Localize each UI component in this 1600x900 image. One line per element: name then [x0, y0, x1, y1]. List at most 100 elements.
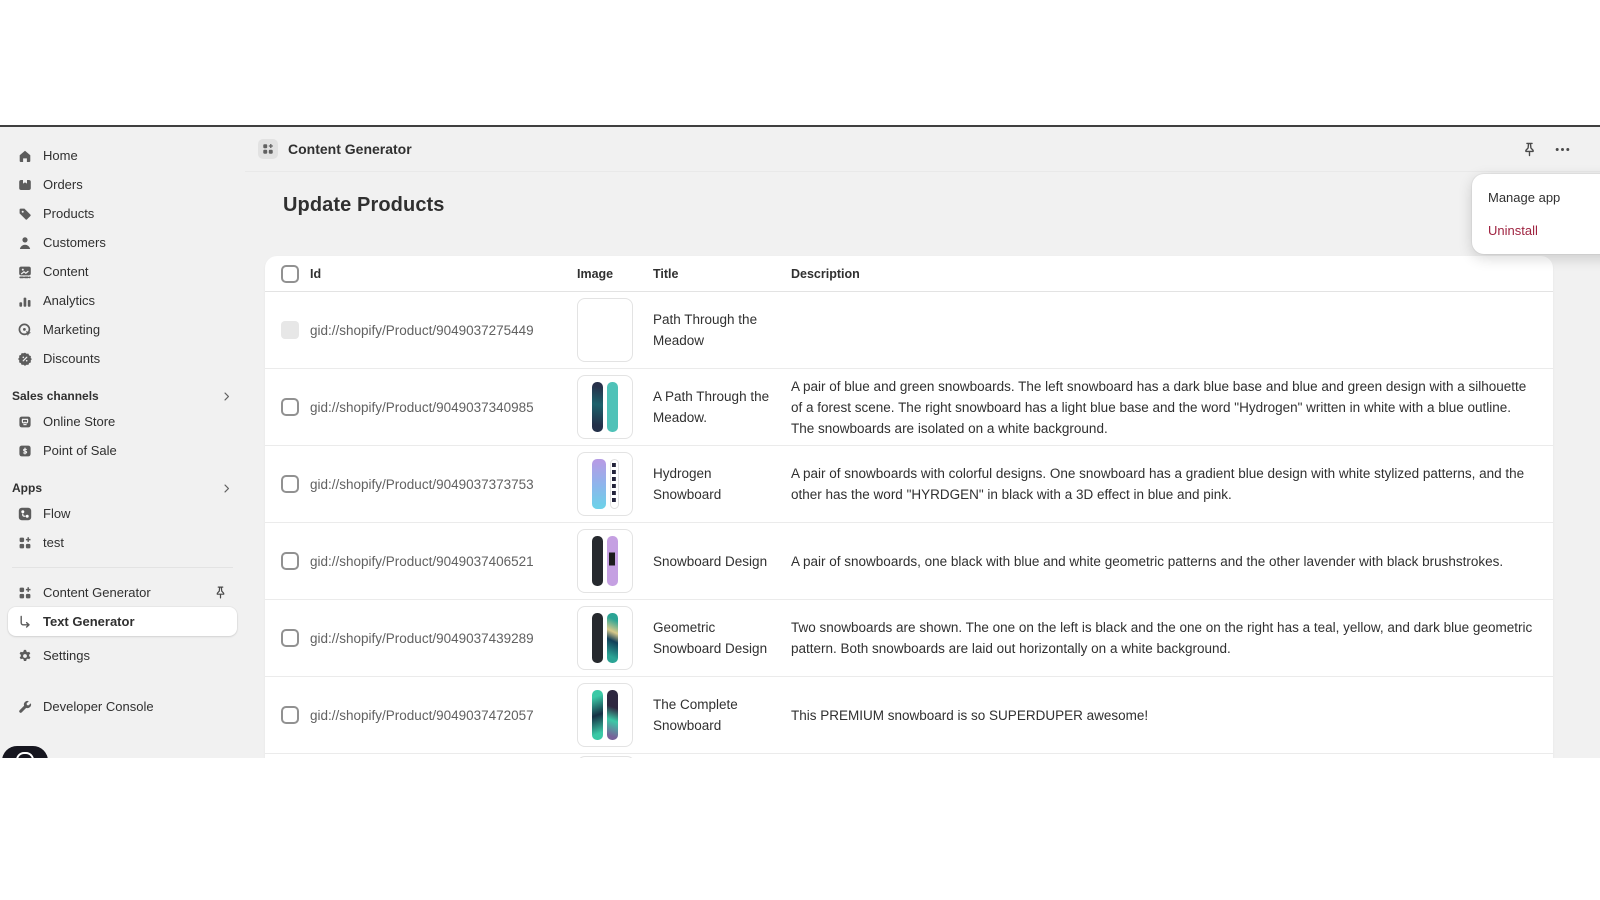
sidebar-item-icon: [17, 293, 33, 309]
sidebar-item-icon: [17, 264, 33, 280]
pin-icon[interactable]: [213, 585, 228, 600]
sidebar-main-nav: Home Orders Products Customers: [0, 141, 245, 373]
sidebar-item-icon: [17, 443, 33, 459]
sidebar-item[interactable]: Flow: [8, 499, 237, 528]
store-avatar[interactable]: [2, 746, 48, 758]
sidebar-item-icon: [17, 148, 33, 164]
row-checkbox[interactable]: [281, 706, 299, 724]
column-header-image: Image: [577, 267, 653, 281]
app-grid-icon: [258, 139, 278, 159]
sidebar-item-label: Discounts: [43, 351, 100, 366]
sidebar-item-label: Products: [43, 206, 94, 221]
table-row[interactable]: gid://shopify/Product/9049037406521 Snow…: [265, 523, 1553, 600]
product-title: Hydrogen Snowboard: [653, 463, 791, 505]
menu-item[interactable]: Manage app: [1472, 181, 1600, 214]
sidebar-item-settings[interactable]: Settings: [8, 641, 237, 670]
table-row[interactable]: gid://shopify/Product/9049037340985 A Pa…: [265, 369, 1553, 446]
sidebar-item-text-generator[interactable]: Text Generator: [8, 607, 237, 636]
overflow-menu-button[interactable]: [1554, 141, 1571, 158]
table-row[interactable]: gid://shopify/Product/9049037439289 Geom…: [265, 600, 1553, 677]
sidebar-item-label: Content Generator: [43, 585, 151, 600]
app-topbar: Content Generator: [245, 127, 1600, 172]
table-row-partial: [265, 754, 1553, 758]
sidebar-item-label: Settings: [43, 648, 90, 663]
sidebar-sales-channels-nav: Online Store Point of Sale: [0, 407, 245, 465]
menu-item-label: Uninstall: [1488, 223, 1538, 238]
row-checkbox[interactable]: [281, 629, 299, 647]
row-checkbox[interactable]: [281, 398, 299, 416]
sidebar-item-label: Developer Console: [43, 699, 154, 714]
sidebar-section-apps[interactable]: Apps: [12, 481, 233, 495]
row-checkbox[interactable]: [281, 475, 299, 493]
sidebar-item-label: Marketing: [43, 322, 100, 337]
products-table: Id Image Title Description gid://shopify…: [265, 256, 1553, 758]
sidebar-item-label: Online Store: [43, 414, 115, 429]
wrench-icon: [17, 699, 33, 715]
product-title: Snowboard Design: [653, 551, 791, 572]
product-title: The Complete Snowboard: [653, 694, 791, 736]
product-image: [577, 452, 633, 516]
gear-icon: [17, 648, 33, 664]
sidebar-item[interactable]: test: [8, 528, 237, 557]
product-image: [577, 606, 633, 670]
sidebar-item-label: Point of Sale: [43, 443, 117, 458]
table-row[interactable]: gid://shopify/Product/9049037373753 Hydr…: [265, 446, 1553, 523]
product-description: This PREMIUM snowboard is so SUPERDUPER …: [791, 705, 1537, 726]
product-title: A Path Through the Meadow.: [653, 386, 791, 428]
page-content: Update Products Id Image Title Descripti…: [245, 172, 1600, 758]
sidebar-apps-nav: Flow test: [0, 499, 245, 557]
column-header-id: Id: [310, 267, 577, 281]
section-label: Apps: [12, 481, 42, 495]
section-label: Sales channels: [12, 389, 99, 403]
sidebar-item[interactable]: Marketing: [8, 315, 237, 344]
sidebar-item-icon: [17, 535, 33, 551]
select-all-checkbox[interactable]: [281, 265, 299, 283]
column-header-description: Description: [791, 267, 1537, 281]
row-checkbox[interactable]: [281, 552, 299, 570]
sidebar-item[interactable]: Customers: [8, 228, 237, 257]
table-row[interactable]: gid://shopify/Product/9049037472057 The …: [265, 677, 1553, 754]
sidebar-item[interactable]: Discounts: [8, 344, 237, 373]
menu-item[interactable]: Uninstall: [1472, 214, 1600, 247]
sidebar-item[interactable]: Point of Sale: [8, 436, 237, 465]
sidebar: Home Orders Products Customers: [0, 127, 245, 758]
product-description: Two snowboards are shown. The one on the…: [791, 617, 1537, 659]
menu-item-label: Manage app: [1488, 190, 1560, 205]
main-panel: Content Generator Update Products Id Ima…: [245, 127, 1600, 758]
product-id: gid://shopify/Product/9049037406521: [310, 554, 577, 569]
pin-app-button[interactable]: [1521, 141, 1538, 158]
product-id: gid://shopify/Product/9049037439289: [310, 631, 577, 646]
product-image: [577, 298, 633, 362]
product-image: [577, 683, 633, 747]
sidebar-item[interactable]: Home: [8, 141, 237, 170]
sub-arrow-icon: [17, 614, 33, 630]
sidebar-section-sales-channels[interactable]: Sales channels: [12, 389, 233, 403]
table-row[interactable]: gid://shopify/Product/9049037275449 Path…: [265, 292, 1553, 369]
sidebar-item-icon: [17, 351, 33, 367]
sidebar-item-icon: [17, 506, 33, 522]
sidebar-item[interactable]: Products: [8, 199, 237, 228]
product-description: A pair of snowboards, one black with blu…: [791, 551, 1537, 572]
table-header-row: Id Image Title Description: [265, 256, 1553, 292]
sidebar-item-label: Content: [43, 264, 89, 279]
product-title: Geometric Snowboard Design: [653, 617, 791, 659]
sidebar-item-content-generator[interactable]: Content Generator: [8, 578, 237, 607]
app-grid-icon: [17, 585, 33, 601]
sidebar-item[interactable]: Content: [8, 257, 237, 286]
sidebar-item[interactable]: Online Store: [8, 407, 237, 436]
chevron-right-icon: [220, 482, 233, 495]
sidebar-item-icon: [17, 206, 33, 222]
sidebar-item[interactable]: Orders: [8, 170, 237, 199]
row-checkbox[interactable]: [281, 321, 299, 339]
sidebar-item-icon: [17, 177, 33, 193]
sidebar-item-label: Orders: [43, 177, 83, 192]
sidebar-item-icon: [17, 235, 33, 251]
chevron-right-icon: [220, 390, 233, 403]
product-image: [577, 756, 635, 758]
table-body: gid://shopify/Product/9049037275449 Path…: [265, 292, 1553, 754]
sidebar-item-label: Text Generator: [43, 614, 135, 629]
product-image: [577, 375, 633, 439]
sidebar-item-developer-console[interactable]: Developer Console: [8, 692, 237, 721]
sidebar-item-label: test: [43, 535, 64, 550]
sidebar-item[interactable]: Analytics: [8, 286, 237, 315]
